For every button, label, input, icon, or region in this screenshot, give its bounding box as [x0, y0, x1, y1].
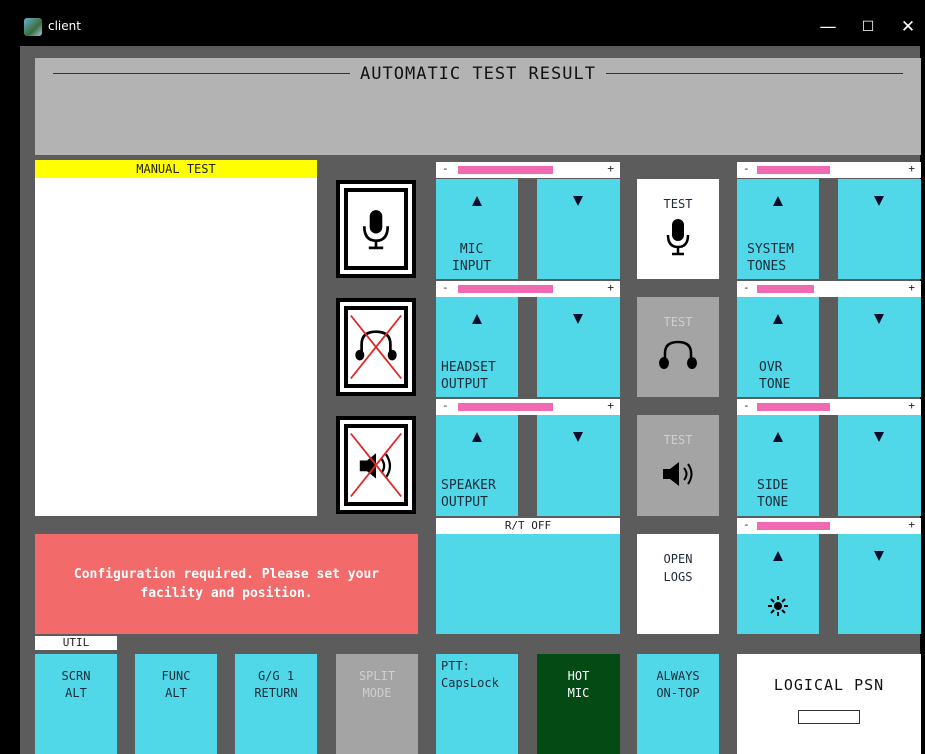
headset-muted-icon — [350, 314, 402, 380]
brightness-up-button[interactable] — [737, 534, 819, 634]
open-logs-button[interactable]: OPEN LOGS — [637, 534, 719, 634]
headset-output-down-button[interactable] — [537, 297, 620, 397]
ovr-tone-label: OVR TONE — [759, 360, 791, 392]
close-button[interactable]: ✕ — [888, 14, 925, 40]
side-tone-volume-bar[interactable]: - + — [737, 399, 921, 415]
side-level-fill — [757, 403, 830, 411]
open-logs-label: OPEN LOGS — [663, 552, 693, 584]
speaker-icon — [663, 462, 693, 486]
speaker-level-fill — [458, 403, 553, 411]
arrow-up-icon — [472, 432, 482, 442]
arrow-up-icon — [773, 196, 783, 206]
maximize-button[interactable]: ☐ — [848, 14, 888, 40]
brightness-down-button[interactable] — [838, 534, 921, 634]
headset-icon — [659, 340, 697, 369]
split-mode-button[interactable]: SPLIT MODE — [336, 654, 418, 754]
ovr-level-fill — [757, 285, 814, 293]
headset-volume-bar[interactable]: - + — [436, 281, 620, 297]
test-headset-label: TEST — [663, 315, 693, 329]
always-on-top-button[interactable]: ALWAYS ON-TOP — [637, 654, 719, 754]
logical-psn-label: LOGICAL PSN — [773, 676, 885, 694]
speaker-toggle-button[interactable] — [336, 416, 416, 514]
logical-psn-field[interactable] — [798, 710, 860, 724]
scrn-alt-button[interactable]: SCRN ALT — [35, 654, 117, 754]
mic-input-down-button[interactable] — [537, 179, 620, 279]
speaker-output-up-button[interactable]: SPEAKER OUTPUT — [436, 415, 518, 516]
configuration-message: Configuration required. Please set your … — [35, 534, 418, 634]
ptt-capslock-button[interactable]: PTT: CapsLock — [436, 654, 518, 754]
side-tone-up-button[interactable]: SIDE TONE — [737, 415, 819, 516]
side-tone-down-button[interactable] — [838, 415, 921, 516]
headset-toggle-button[interactable] — [336, 298, 416, 396]
system-tones-up-button[interactable]: SYSTEM TONES — [737, 179, 819, 279]
arrow-up-icon — [773, 432, 783, 442]
arrow-up-icon — [472, 314, 482, 324]
system-tones-volume-bar[interactable]: - + — [737, 162, 921, 178]
test-speaker-button[interactable]: TEST — [637, 415, 719, 516]
mic-volume-bar[interactable]: - + — [436, 162, 620, 178]
speaker-muted-icon — [350, 432, 402, 498]
manual-test-header: MANUAL TEST — [35, 160, 317, 178]
sun-icon — [768, 596, 788, 616]
rt-off-label: R/T OFF — [436, 518, 620, 534]
arrow-down-icon — [573, 314, 583, 324]
window-title: client — [48, 19, 81, 33]
manual-test-list — [35, 178, 317, 516]
brightness-level-fill — [757, 522, 830, 530]
logical-psn-panel[interactable]: LOGICAL PSN — [737, 654, 921, 754]
test-mic-button[interactable]: TEST — [637, 179, 719, 279]
util-tab[interactable]: UTIL — [35, 636, 117, 650]
speaker-output-down-button[interactable] — [537, 415, 620, 516]
arrow-up-icon — [472, 196, 482, 206]
test-speaker-label: TEST — [663, 433, 693, 447]
automatic-test-result-panel: AUTOMATIC TEST RESULT — [35, 58, 921, 155]
arrow-down-icon — [573, 196, 583, 206]
brightness-bar[interactable]: - + — [737, 518, 921, 534]
mic-input-up-button[interactable]: MIC INPUT — [436, 179, 518, 279]
arrow-up-icon — [773, 314, 783, 324]
speaker-volume-bar[interactable]: - + — [436, 399, 620, 415]
system-level-fill — [757, 166, 830, 174]
arrow-down-icon — [573, 432, 583, 442]
ovr-tone-up-button[interactable]: OVR TONE — [737, 297, 819, 397]
test-headset-button[interactable]: TEST — [637, 297, 719, 397]
side-tone-label: SIDE TONE — [757, 478, 789, 510]
speaker-output-label: SPEAKER OUTPUT — [441, 478, 496, 510]
headset-output-label: HEADSET OUTPUT — [441, 360, 496, 392]
ovr-tone-volume-bar[interactable]: - + — [737, 281, 921, 297]
mic-level-fill — [458, 166, 553, 174]
system-tones-down-button[interactable] — [838, 179, 921, 279]
microphone-icon — [362, 210, 390, 250]
headset-output-up-button[interactable]: HEADSET OUTPUT — [436, 297, 518, 397]
mic-toggle-button[interactable] — [336, 180, 416, 278]
ovr-tone-down-button[interactable] — [838, 297, 921, 397]
func-alt-button[interactable]: FUNC ALT — [135, 654, 217, 754]
gg-return-button[interactable]: G/G 1 RETURN — [235, 654, 317, 754]
arrow-down-icon — [874, 551, 884, 561]
microphone-icon — [666, 219, 690, 256]
automatic-test-result-title: AUTOMATIC TEST RESULT — [350, 64, 606, 84]
arrow-up-icon — [773, 551, 783, 561]
arrow-down-icon — [874, 196, 884, 206]
test-mic-label: TEST — [663, 197, 693, 211]
rt-off-button[interactable] — [436, 534, 620, 634]
minimize-button[interactable]: — — [808, 14, 848, 40]
title-bar: client — ☐ ✕ — [10, 8, 925, 46]
system-tones-label: SYSTEM TONES — [747, 242, 794, 274]
arrow-down-icon — [874, 314, 884, 324]
hot-mic-button[interactable]: HOT MIC — [537, 654, 620, 754]
app-icon — [24, 18, 42, 36]
mic-input-label: MIC INPUT — [452, 242, 492, 274]
arrow-down-icon — [874, 432, 884, 442]
headset-level-fill — [458, 285, 553, 293]
